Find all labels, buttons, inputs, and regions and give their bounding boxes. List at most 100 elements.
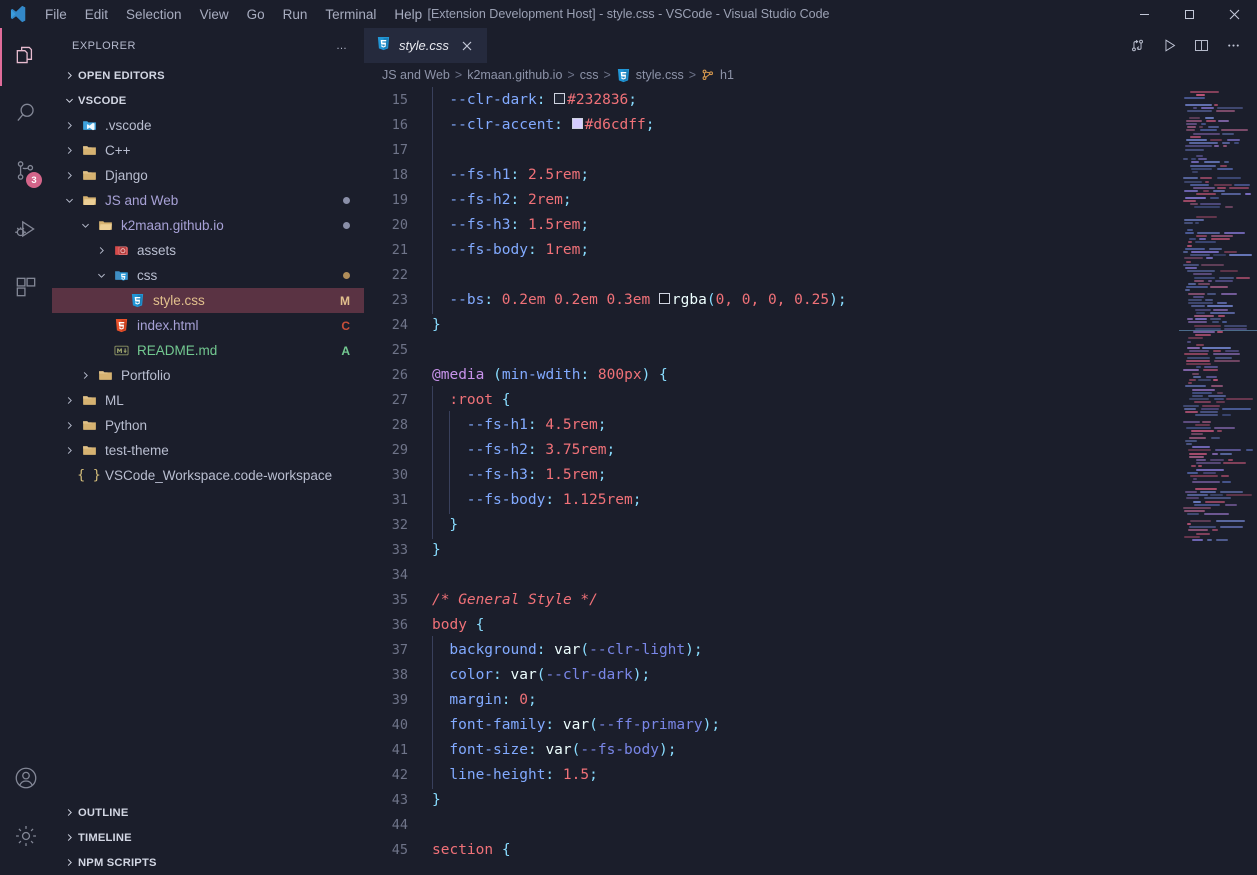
maximize-button[interactable]: [1167, 0, 1212, 28]
code-line[interactable]: 35 /* General Style */: [364, 587, 1179, 612]
code-line[interactable]: 23 --bs: 0.2em 0.2em 0.3em rgba(0, 0, 0, …: [364, 285, 1179, 314]
code-line[interactable]: 27:root {: [364, 385, 1179, 414]
menu-run[interactable]: Run: [274, 3, 317, 26]
activity-accounts[interactable]: [0, 751, 52, 809]
activity-source-control[interactable]: 3: [0, 144, 52, 202]
code-line[interactable]: 24}: [364, 312, 1179, 337]
tree-item-vscode-workspace-code-workspace[interactable]: { } VSCode_Workspace.code-workspace: [52, 463, 364, 488]
code-line[interactable]: 38 color: var(--clr-dark);: [364, 660, 1179, 689]
sidebar-more-actions-button[interactable]: …: [328, 38, 356, 54]
tree-item-readme-md[interactable]: README.md A: [52, 338, 364, 363]
minimap[interactable]: [1179, 87, 1257, 875]
code-line[interactable]: 31 --fs-body: 1.125rem;: [364, 485, 1179, 514]
chevron-right-icon[interactable]: [60, 145, 78, 156]
code-line[interactable]: 18 --fs-h1: 2.5rem;: [364, 160, 1179, 189]
menu-help[interactable]: Help: [385, 3, 431, 26]
activity-explorer[interactable]: [0, 28, 52, 86]
menu-edit[interactable]: Edit: [76, 3, 117, 26]
split-editor-button[interactable]: [1187, 32, 1215, 60]
file-tree[interactable]: .vscode C++ Django JS and Web k2maan.github.…: [52, 113, 364, 800]
tree-item-assets[interactable]: assets: [52, 238, 364, 263]
code-line[interactable]: 25: [364, 337, 1179, 362]
code-line[interactable]: 42 line-height: 1.5;: [364, 760, 1179, 789]
breadcrumb-item-h1[interactable]: h1: [701, 68, 734, 82]
chevron-right-icon[interactable]: [60, 170, 78, 181]
menu-file[interactable]: File: [36, 3, 76, 26]
chevron-down-icon[interactable]: [60, 195, 78, 206]
tree-item-style-css[interactable]: style.css M: [52, 288, 364, 313]
breadcrumb-item-js-and-web[interactable]: JS and Web: [382, 68, 450, 82]
tree-item-python[interactable]: Python: [52, 413, 364, 438]
code-line[interactable]: 29 --fs-h2: 3.75rem;: [364, 435, 1179, 464]
section-vscode[interactable]: VSCODE: [52, 88, 364, 113]
code-line[interactable]: 22: [364, 260, 1179, 289]
tree-item-portfolio[interactable]: Portfolio: [52, 363, 364, 388]
activity-settings[interactable]: [0, 809, 52, 867]
tree-item-django[interactable]: Django: [52, 163, 364, 188]
breadcrumb[interactable]: JS and Web > k2maan.github.io > css > style.cs…: [364, 63, 1257, 87]
minimize-button[interactable]: [1122, 0, 1167, 28]
code-line[interactable]: 45 section {: [364, 837, 1179, 862]
code-line[interactable]: 21 --fs-body: 1rem;: [364, 235, 1179, 264]
code-line[interactable]: 32}: [364, 510, 1179, 539]
code-line[interactable]: 19 --fs-h2: 2rem;: [364, 185, 1179, 214]
activity-extensions[interactable]: [0, 260, 52, 318]
tree-item-k2maan-github-io[interactable]: k2maan.github.io: [52, 213, 364, 238]
chevron-down-icon[interactable]: [76, 220, 94, 231]
tab-close-button[interactable]: [457, 40, 477, 52]
code-line[interactable]: 39 margin: 0;: [364, 685, 1179, 714]
chevron-right-icon[interactable]: [60, 395, 78, 406]
more-actions-button[interactable]: [1219, 32, 1247, 60]
activity-run-and-debug[interactable]: [0, 202, 52, 260]
run-button[interactable]: [1155, 32, 1183, 60]
chevron-right-icon[interactable]: [60, 445, 78, 456]
editor-tabs[interactable]: style.css: [364, 28, 1257, 63]
code-line[interactable]: 37 background: var(--clr-light);: [364, 635, 1179, 664]
color-swatch[interactable]: [554, 93, 566, 104]
code-line[interactable]: 41 font-size: var(--fs-body);: [364, 735, 1179, 764]
section-open-editors[interactable]: OPEN EDITORS: [52, 63, 364, 88]
menu-view[interactable]: View: [191, 3, 238, 26]
code-line[interactable]: 15 --clr-dark: #232836;: [364, 87, 1179, 114]
breadcrumb-item-css[interactable]: css: [580, 68, 599, 82]
compare-changes-button[interactable]: [1123, 32, 1151, 60]
code-editor[interactable]: 15 --clr-dark: #232836; 16 --clr-accent: #d…: [364, 87, 1179, 875]
code-line[interactable]: 33}: [364, 537, 1179, 562]
code-line[interactable]: 44: [364, 812, 1179, 837]
color-swatch[interactable]: [571, 118, 583, 129]
tree-item-js-and-web[interactable]: JS and Web: [52, 188, 364, 213]
window-controls[interactable]: [1122, 0, 1257, 28]
breadcrumb-item-style-css[interactable]: style.css: [616, 68, 684, 83]
tab-style-css[interactable]: style.css: [364, 28, 488, 63]
menu-terminal[interactable]: Terminal: [316, 3, 385, 26]
code-line[interactable]: 43}: [364, 787, 1179, 812]
code-line[interactable]: 34: [364, 562, 1179, 587]
code-line[interactable]: 20 --fs-h3: 1.5rem;: [364, 210, 1179, 239]
breadcrumb-item-k2maan-github-io[interactable]: k2maan.github.io: [467, 68, 562, 82]
section-outline[interactable]: OUTLINE: [52, 800, 364, 825]
code-line[interactable]: 28 --fs-h1: 4.5rem;: [364, 410, 1179, 439]
tree-item-index-html[interactable]: index.html C: [52, 313, 364, 338]
code-line[interactable]: 30 --fs-h3: 1.5rem;: [364, 460, 1179, 489]
chevron-right-icon[interactable]: [76, 370, 94, 381]
chevron-right-icon[interactable]: [60, 120, 78, 131]
tree-item-ml[interactable]: ML: [52, 388, 364, 413]
code-line[interactable]: 17: [364, 135, 1179, 164]
menu-go[interactable]: Go: [238, 3, 274, 26]
chevron-right-icon[interactable]: [92, 245, 110, 256]
tree-item-test-theme[interactable]: test-theme: [52, 438, 364, 463]
tree-item-css[interactable]: css: [52, 263, 364, 288]
chevron-right-icon[interactable]: [60, 420, 78, 431]
color-swatch[interactable]: [658, 293, 670, 304]
code-line[interactable]: 26 @media (min-wdith: 800px) {: [364, 362, 1179, 387]
code-line[interactable]: 40 font-family: var(--ff-primary);: [364, 710, 1179, 739]
section-npm-scripts[interactable]: NPM SCRIPTS: [52, 850, 364, 875]
menu-bar[interactable]: File Edit Selection View Go Run Terminal…: [36, 3, 431, 26]
menu-selection[interactable]: Selection: [117, 3, 191, 26]
code-line[interactable]: 16 --clr-accent: #d6cdff;: [364, 110, 1179, 139]
section-timeline[interactable]: TIMELINE: [52, 825, 364, 850]
editor-actions[interactable]: [1123, 28, 1257, 63]
tree-item-c[interactable]: C++: [52, 138, 364, 163]
activity-search[interactable]: [0, 86, 52, 144]
close-button[interactable]: [1212, 0, 1257, 28]
